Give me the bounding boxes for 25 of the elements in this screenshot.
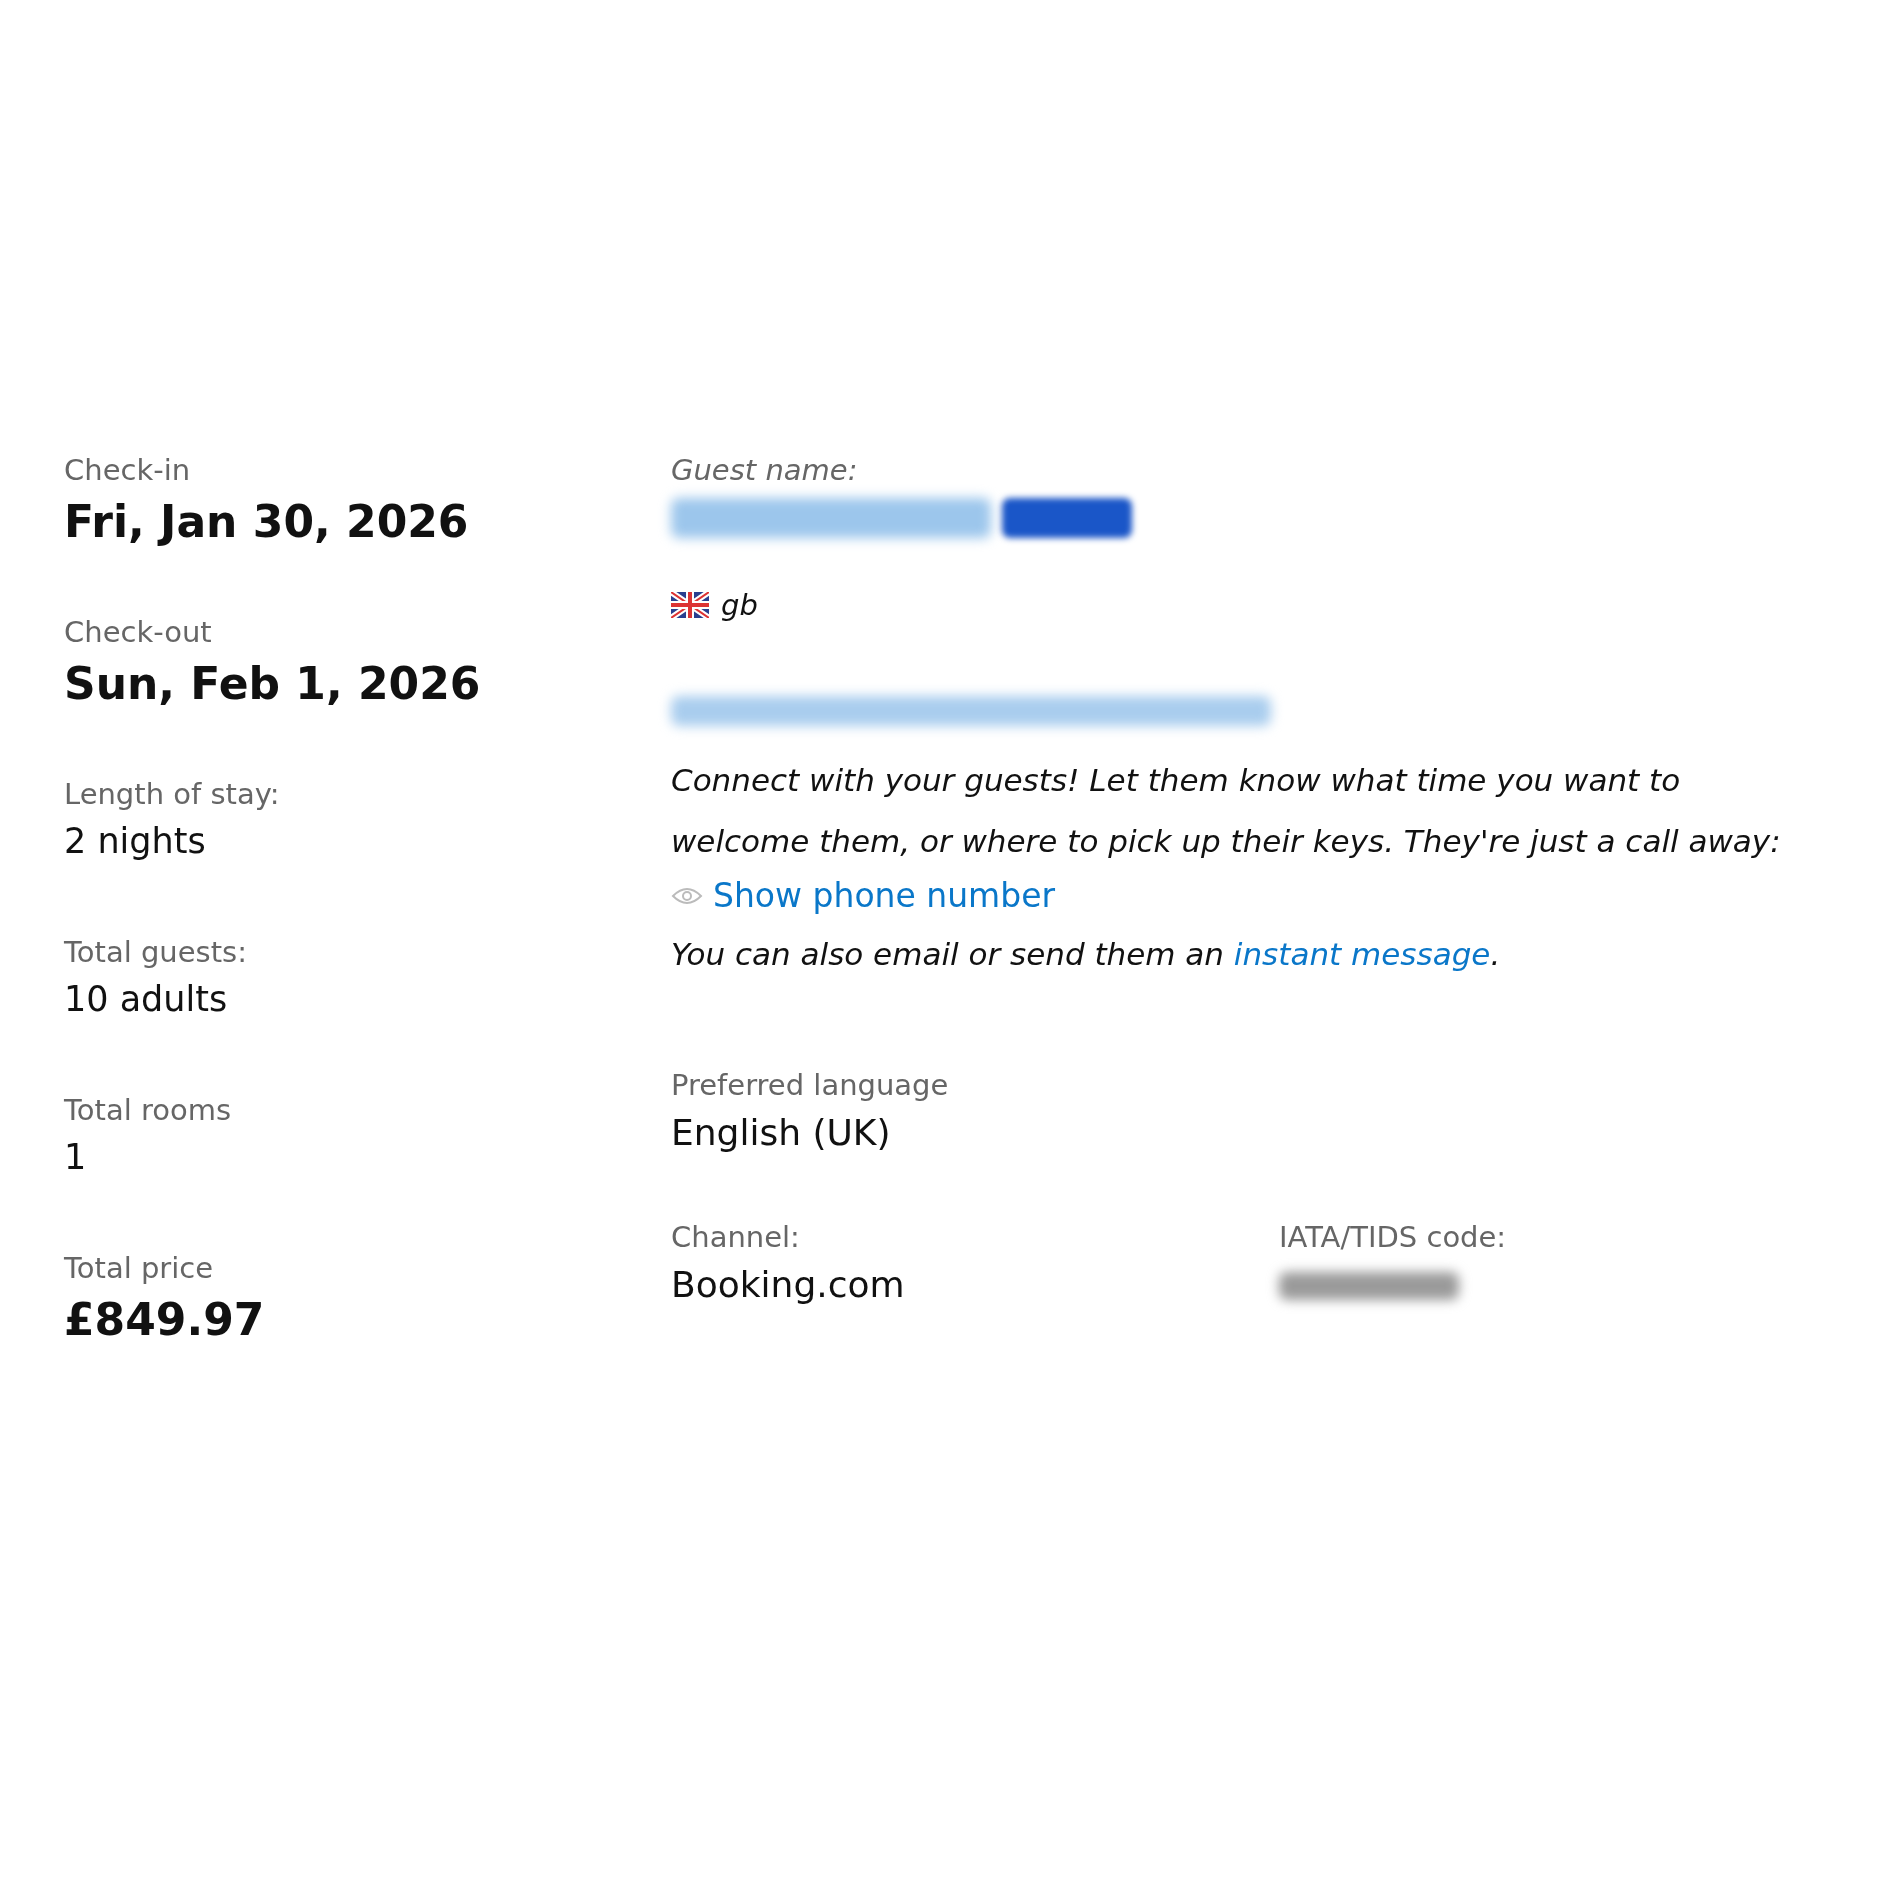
- field-value: £849.97: [64, 1293, 266, 1347]
- field-label: Length of stay:: [64, 776, 281, 813]
- eye-icon: [671, 885, 703, 906]
- field-label: Preferred language: [671, 1067, 950, 1104]
- field-label: Total rooms: [64, 1092, 233, 1129]
- message-text: Connect with your guests! Let them know what time you want to welcome them, or where to pick up their keys. They're just a call away:: [671, 761, 1782, 861]
- field-value: 1: [64, 1136, 88, 1179]
- field-label: Channel:: [671, 1219, 801, 1256]
- show-phone-link[interactable]: Show phone number: [713, 876, 1056, 915]
- field-value: Booking.com: [671, 1263, 906, 1307]
- instant-message-link[interactable]: instant message: [1233, 936, 1491, 972]
- field-label: Total price: [64, 1250, 215, 1287]
- field-value: 10 adults: [64, 978, 229, 1021]
- field-label: Check-in: [64, 452, 192, 489]
- field-value: English (UK): [671, 1111, 892, 1155]
- field-value: Fri, Jan 30, 2026: [64, 495, 470, 549]
- flag-icon: [671, 592, 709, 618]
- contact-text: You can also email or send them an instant message.: [671, 935, 1502, 974]
- country-code: gb: [721, 588, 758, 622]
- field-label: Guest name:: [671, 452, 859, 489]
- field-label: IATA/TIDS code:: [1279, 1219, 1508, 1256]
- field-value: 2 nights: [64, 820, 207, 863]
- field-label: Check-out: [64, 614, 213, 651]
- field-label: Total guests:: [64, 934, 248, 971]
- field-value: Sun, Feb 1, 2026: [64, 657, 482, 711]
